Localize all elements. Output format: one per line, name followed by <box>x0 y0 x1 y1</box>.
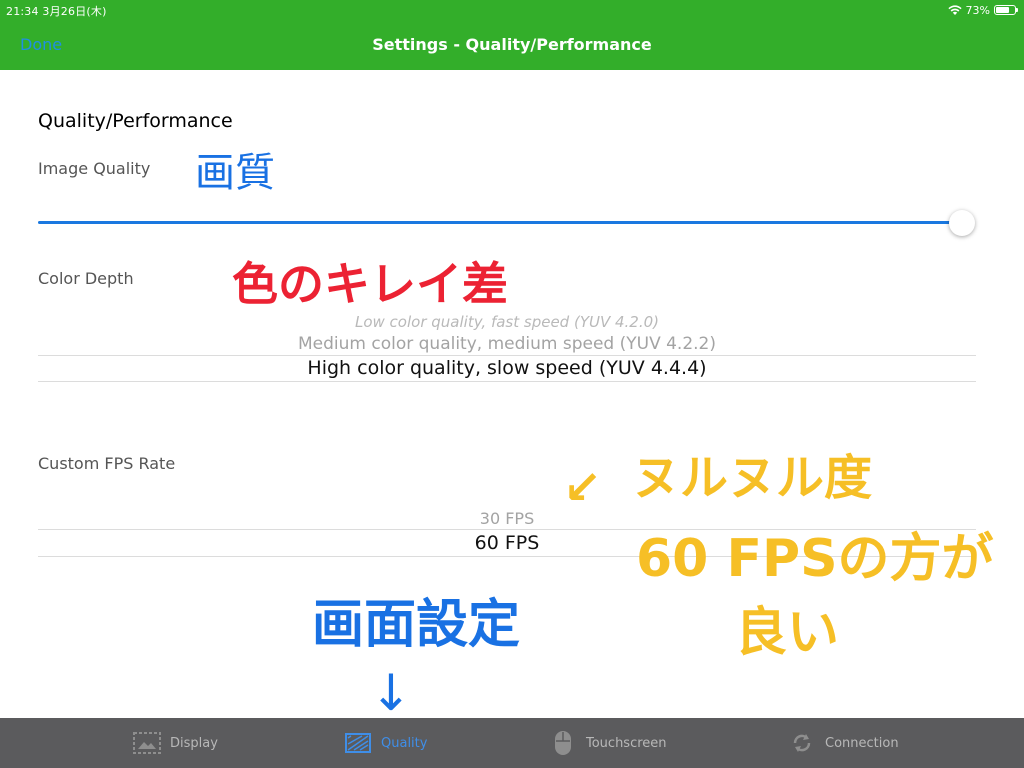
color-depth-option-medium[interactable]: Medium color quality, medium speed (YUV … <box>38 334 976 354</box>
annotation-image-quality: 画質 <box>195 150 275 196</box>
tab-quality[interactable]: Quality <box>343 718 427 768</box>
tab-bar: Display Quality Touchscreen Connection <box>0 718 1024 768</box>
status-time: 21:34 3月26日(木) <box>6 5 107 18</box>
color-depth-option-high-selected[interactable]: High color quality, slow speed (YUV 4.4.… <box>38 357 976 379</box>
tab-label: Connection <box>825 735 899 751</box>
tab-display[interactable]: Display <box>132 718 218 768</box>
battery-icon <box>994 5 1018 15</box>
image-quality-slider-track[interactable] <box>38 221 962 224</box>
page-title: Settings - Quality/Performance <box>372 35 652 54</box>
annotation-color-depth: 色のキレイ差 <box>232 257 508 311</box>
quality-icon <box>345 733 371 753</box>
picker-selection-divider <box>38 381 976 382</box>
annotation-arrow-blue: ↓ <box>370 664 412 722</box>
annotation-fps-better: 60 FPSの方が <box>636 529 994 589</box>
section-title: Quality/Performance <box>38 110 233 132</box>
tab-label: Quality <box>381 735 428 751</box>
display-icon <box>133 732 161 754</box>
battery-percent: 73% <box>965 3 990 17</box>
fps-label: Custom FPS Rate <box>38 454 176 473</box>
image-quality-label: Image Quality <box>38 159 151 178</box>
wifi-icon <box>947 5 962 15</box>
color-depth-option-low[interactable]: Low color quality, fast speed (YUV 4.2.0… <box>38 313 976 331</box>
picker-selection-divider <box>38 355 976 356</box>
tab-label: Display <box>170 735 218 751</box>
image-quality-slider-thumb[interactable] <box>949 210 975 236</box>
annotation-fps-good: 良い <box>735 603 840 663</box>
color-depth-label: Color Depth <box>38 269 134 288</box>
connection-icon <box>793 734 811 752</box>
tab-connection[interactable]: Connection <box>787 718 899 768</box>
annotation-arrow-yellow: ↙ <box>563 460 602 514</box>
status-indicators: 73% <box>947 2 1018 18</box>
annotation-fps-smoothness: ヌルヌル度 <box>632 450 873 506</box>
navigation-bar: 21:34 3月26日(木) 73% Done Settings - Quali… <box>0 0 1024 70</box>
mouse-icon <box>555 731 571 755</box>
tab-label: Touchscreen <box>586 735 667 751</box>
tab-touchscreen[interactable]: Touchscreen <box>548 718 667 768</box>
annotation-screen-settings: 画面設定 <box>312 595 521 655</box>
